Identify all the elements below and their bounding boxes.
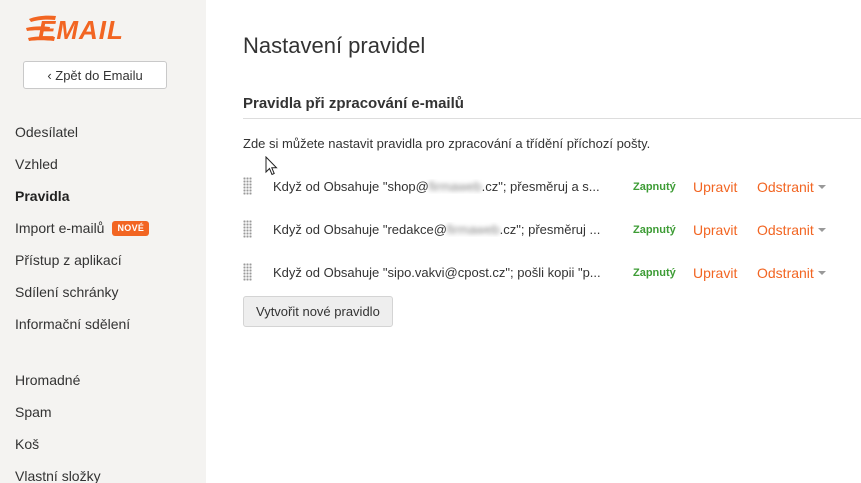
rule-text-redacted: firmaweb bbox=[446, 222, 500, 237]
sidebar-item-sdileni[interactable]: Sdílení schránky bbox=[0, 276, 206, 308]
app-window: EMAIL ‹ Zpět do Emailu Odesílatel Vzhled… bbox=[0, 0, 861, 483]
rule-delete-dropdown[interactable]: Odstranit bbox=[757, 222, 826, 238]
rule-status-badge: Zapnutý bbox=[633, 224, 676, 236]
drag-handle-icon[interactable] bbox=[243, 177, 252, 195]
sidebar-item-label: Import e-mailů bbox=[15, 220, 105, 236]
sidebar-item-vzhled[interactable]: Vzhled bbox=[0, 148, 206, 180]
sidebar-item-vlastni-slozky[interactable]: Vlastní složky bbox=[0, 460, 206, 483]
create-rule-button[interactable]: Vytvořit nové pravidlo bbox=[243, 296, 393, 327]
sidebar-item-label: Koš bbox=[15, 436, 40, 452]
rule-delete-label: Odstranit bbox=[757, 222, 814, 238]
main-content: Nastavení pravidel Pravidla při zpracová… bbox=[243, 0, 861, 483]
back-to-email-button[interactable]: ‹ Zpět do Emailu bbox=[23, 61, 167, 89]
page-title: Nastavení pravidel bbox=[243, 33, 426, 58]
rule-delete-label: Odstranit bbox=[757, 179, 814, 195]
rule-status-badge: Zapnutý bbox=[633, 181, 676, 193]
sidebar-item-spam[interactable]: Spam bbox=[0, 396, 206, 428]
settings-nav: Odesílatel Vzhled Pravidla Import e-mail… bbox=[0, 116, 206, 483]
sidebar-spacer bbox=[0, 340, 206, 364]
rule-edit-link[interactable]: Upravit bbox=[693, 179, 737, 195]
sidebar-item-pravidla[interactable]: Pravidla bbox=[0, 180, 206, 212]
sidebar-item-label: Pravidla bbox=[15, 188, 70, 204]
mouse-cursor-icon bbox=[265, 156, 278, 176]
rules-list: Když od Obsahuje "shop@firmaweb.cz"; pře… bbox=[243, 168, 861, 297]
sidebar-item-informacni[interactable]: Informační sdělení bbox=[0, 308, 206, 340]
rule-edit-link[interactable]: Upravit bbox=[693, 265, 737, 281]
rule-description: Když od Obsahuje "shop@firmaweb.cz"; pře… bbox=[273, 179, 631, 194]
logo-text: EMAIL bbox=[38, 15, 124, 44]
caret-down-icon bbox=[817, 271, 826, 275]
email-logo[interactable]: EMAIL bbox=[26, 12, 154, 44]
caret-down-icon bbox=[817, 228, 826, 232]
sidebar-item-label: Sdílení schránky bbox=[15, 284, 119, 300]
rule-text-suffix: .cz"; přesměruj ... bbox=[499, 222, 601, 237]
drag-handle-icon[interactable] bbox=[243, 263, 252, 281]
sidebar-item-label: Spam bbox=[15, 404, 52, 420]
sidebar-item-label: Přístup z aplikací bbox=[15, 252, 122, 268]
rule-row: Když od Obsahuje "shop@firmaweb.cz"; pře… bbox=[243, 168, 861, 211]
rule-row: Když od Obsahuje "sipo.vakvi@cpost.cz"; … bbox=[243, 254, 861, 297]
sidebar-item-label: Odesílatel bbox=[15, 124, 79, 140]
sidebar-item-label: Hromadné bbox=[15, 372, 81, 388]
sidebar-item-label: Vlastní složky bbox=[15, 468, 101, 483]
rule-description: Když od Obsahuje "redakce@firmaweb.cz"; … bbox=[273, 222, 631, 237]
sidebar-item-pristup[interactable]: Přístup z aplikací bbox=[0, 244, 206, 276]
new-badge: NOVÉ bbox=[112, 220, 150, 236]
rule-text-prefix: Když od Obsahuje "shop@ bbox=[273, 179, 429, 194]
rule-row: Když od Obsahuje "redakce@firmaweb.cz"; … bbox=[243, 211, 861, 254]
rule-status-badge: Zapnutý bbox=[633, 267, 676, 279]
rule-text-redacted: firmaweb bbox=[428, 179, 482, 194]
sidebar-item-label: Informační sdělení bbox=[15, 316, 131, 332]
rules-description: Zde si můžete nastavit pravidla pro zpra… bbox=[243, 136, 651, 151]
sidebar-item-hromadne[interactable]: Hromadné bbox=[0, 364, 206, 396]
rule-text-suffix: .cz"; přesměruj a s... bbox=[481, 179, 600, 194]
back-button-label: ‹ Zpět do Emailu bbox=[47, 67, 143, 83]
rule-text-prefix: Když od Obsahuje "sipo.vakvi@cpost.cz"; … bbox=[273, 265, 601, 280]
rule-delete-dropdown[interactable]: Odstranit bbox=[757, 265, 826, 281]
rule-delete-label: Odstranit bbox=[757, 265, 814, 281]
rule-text-prefix: Když od Obsahuje "redakce@ bbox=[273, 222, 447, 237]
sidebar: EMAIL ‹ Zpět do Emailu Odesílatel Vzhled… bbox=[0, 0, 206, 483]
sidebar-item-label: Vzhled bbox=[15, 156, 58, 172]
rule-delete-dropdown[interactable]: Odstranit bbox=[757, 179, 826, 195]
rule-edit-link[interactable]: Upravit bbox=[693, 222, 737, 238]
sidebar-item-odesilatel[interactable]: Odesílatel bbox=[0, 116, 206, 148]
section-title: Pravidla při zpracování e-mailů bbox=[243, 95, 861, 119]
drag-handle-icon[interactable] bbox=[243, 220, 252, 238]
rule-description: Když od Obsahuje "sipo.vakvi@cpost.cz"; … bbox=[273, 265, 631, 280]
create-rule-label: Vytvořit nové pravidlo bbox=[256, 304, 380, 319]
caret-down-icon bbox=[817, 185, 826, 189]
sidebar-item-import[interactable]: Import e-mailů NOVÉ bbox=[0, 212, 206, 244]
sidebar-item-kos[interactable]: Koš bbox=[0, 428, 206, 460]
